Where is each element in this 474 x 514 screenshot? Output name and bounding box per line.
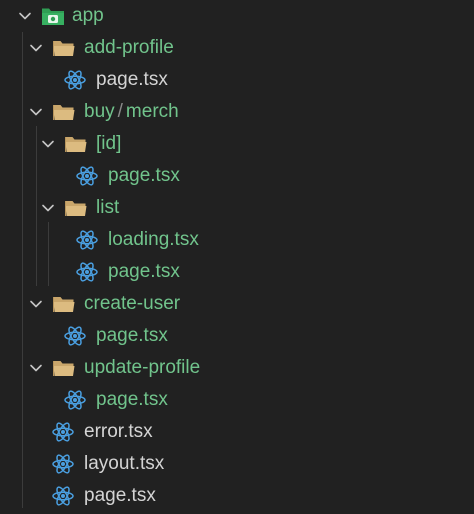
chevron-down-icon[interactable] bbox=[29, 105, 43, 119]
chevron-down-icon[interactable] bbox=[29, 297, 43, 311]
file-label: loading.tsx bbox=[108, 229, 199, 250]
tree-item-file[interactable]: layout.tsx bbox=[0, 448, 474, 480]
folder-open-icon bbox=[64, 133, 88, 155]
tree-item-buy-merch-folder[interactable]: buy / merch bbox=[0, 96, 474, 128]
chevron-down-icon[interactable] bbox=[18, 9, 32, 23]
file-label: layout.tsx bbox=[84, 453, 165, 474]
react-icon bbox=[63, 389, 87, 411]
tree-item-list-folder[interactable]: list bbox=[0, 192, 474, 224]
file-label: page.tsx bbox=[84, 485, 156, 506]
file-label: page.tsx bbox=[96, 325, 168, 346]
folder-open-icon bbox=[52, 101, 76, 123]
file-label: page.tsx bbox=[108, 165, 180, 186]
tree-item-file[interactable]: page.tsx bbox=[0, 64, 474, 96]
folder-label: create-user bbox=[84, 293, 181, 314]
folder-label: add-profile bbox=[84, 37, 174, 58]
folder-label: buy / merch bbox=[84, 96, 179, 128]
folder-open-icon bbox=[52, 357, 76, 379]
file-label: page.tsx bbox=[96, 389, 168, 410]
tree-item-file[interactable]: loading.tsx bbox=[0, 224, 474, 256]
file-explorer-tree: app add-profile page.tsx buy / merch [id] … bbox=[0, 0, 474, 514]
tree-item-add-profile-folder[interactable]: add-profile bbox=[0, 32, 474, 64]
folder-open-icon bbox=[52, 37, 76, 59]
chevron-down-icon[interactable] bbox=[41, 137, 55, 151]
react-icon bbox=[51, 485, 75, 507]
react-icon bbox=[63, 69, 87, 91]
tree-item-file[interactable]: page.tsx bbox=[0, 480, 474, 512]
tree-item-file[interactable]: error.tsx bbox=[0, 416, 474, 448]
folder-label: [id] bbox=[96, 133, 122, 154]
tree-item-file[interactable]: page.tsx bbox=[0, 256, 474, 288]
tree-item-create-user-folder[interactable]: create-user bbox=[0, 288, 474, 320]
tree-item-update-profile-folder[interactable]: update-profile bbox=[0, 352, 474, 384]
path-separator: / bbox=[117, 101, 123, 122]
react-icon bbox=[75, 165, 99, 187]
file-label: error.tsx bbox=[84, 421, 153, 442]
chevron-down-icon[interactable] bbox=[29, 41, 43, 55]
chevron-down-icon[interactable] bbox=[41, 201, 55, 215]
folder-open-icon bbox=[52, 293, 76, 315]
folder-label-part: merch bbox=[125, 101, 179, 122]
react-icon bbox=[75, 261, 99, 283]
folder-label-part: buy bbox=[84, 101, 115, 122]
react-icon bbox=[63, 325, 87, 347]
file-label: page.tsx bbox=[96, 69, 168, 90]
tree-item-file[interactable]: page.tsx bbox=[0, 160, 474, 192]
tree-item-file[interactable]: page.tsx bbox=[0, 320, 474, 352]
tree-item-id-folder[interactable]: [id] bbox=[0, 128, 474, 160]
file-label: page.tsx bbox=[108, 261, 180, 282]
tree-item-app-folder[interactable]: app bbox=[0, 0, 474, 32]
react-icon bbox=[75, 229, 99, 251]
react-icon bbox=[51, 453, 75, 475]
chevron-down-icon[interactable] bbox=[29, 361, 43, 375]
folder-label: list bbox=[96, 197, 120, 218]
app-folder-icon bbox=[41, 5, 65, 27]
tree-item-file[interactable]: page.tsx bbox=[0, 384, 474, 416]
folder-label: app bbox=[72, 5, 104, 26]
react-icon bbox=[51, 421, 75, 443]
folder-label: update-profile bbox=[84, 357, 201, 378]
folder-open-icon bbox=[64, 197, 88, 219]
